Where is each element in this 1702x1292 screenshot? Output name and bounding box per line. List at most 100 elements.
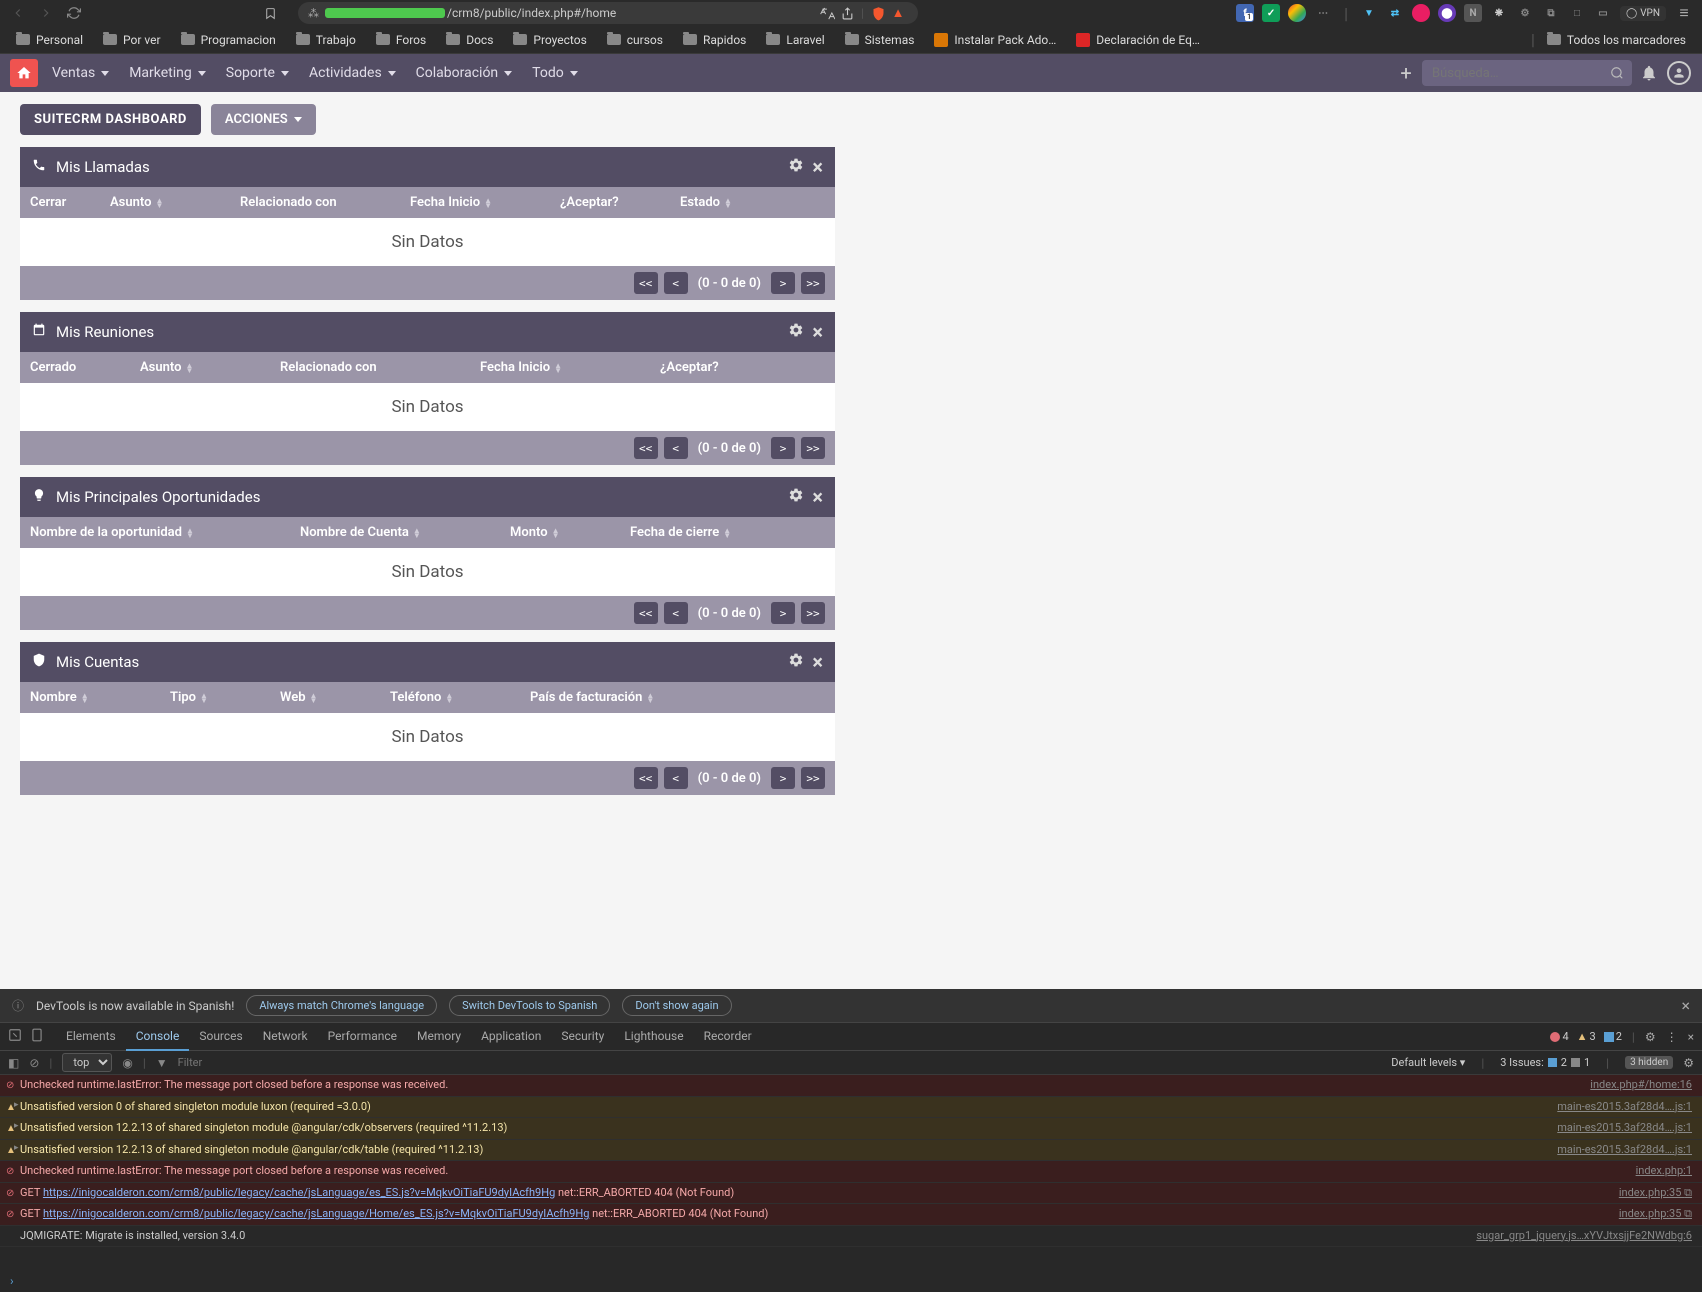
close-icon[interactable]: × — [812, 485, 823, 509]
ext-icon-9[interactable]: N — [1464, 4, 1482, 22]
bookmark-por-ver[interactable]: Por ver — [95, 30, 169, 50]
column-header[interactable]: Teléfono▲▼ — [390, 690, 530, 705]
page-first-button[interactable]: << — [634, 767, 658, 789]
column-header[interactable]: Relacionado con — [240, 195, 410, 210]
column-header[interactable]: Tipo▲▼ — [170, 690, 280, 705]
vpn-badge[interactable]: ◯ VPN — [1620, 6, 1666, 21]
gear-icon[interactable] — [788, 652, 804, 672]
page-first-button[interactable]: << — [634, 602, 658, 624]
column-header[interactable]: Fecha Inicio▲▼ — [480, 360, 660, 375]
bookmark-programacion[interactable]: Programacion — [173, 30, 284, 50]
log-source-link[interactable]: index.php#/home:16 — [1590, 1077, 1692, 1094]
all-bookmarks-button[interactable]: Todos los marcadores — [1539, 30, 1694, 50]
ext-icon-3[interactable] — [1288, 4, 1306, 22]
devtools-tab-console[interactable]: Console — [126, 1023, 190, 1051]
devtools-tab-lighthouse[interactable]: Lighthouse — [614, 1023, 693, 1051]
close-icon[interactable]: × — [812, 155, 823, 179]
nav-ventas[interactable]: Ventas — [42, 54, 119, 92]
ext-icon-7[interactable] — [1412, 4, 1430, 22]
gear-icon[interactable] — [788, 487, 804, 507]
page-last-button[interactable]: >> — [801, 767, 825, 789]
bookmark-proyectos[interactable]: Proyectos — [505, 30, 594, 50]
ext-icon-8[interactable]: ⬤ — [1438, 4, 1456, 22]
nav-actividades[interactable]: Actividades — [299, 54, 406, 92]
devtools-tab-recorder[interactable]: Recorder — [694, 1023, 762, 1051]
page-first-button[interactable]: << — [634, 437, 658, 459]
column-header[interactable]: ¿Aceptar? — [560, 195, 680, 210]
translate-icon[interactable] — [817, 3, 837, 23]
sort-icon[interactable]: ▲▼ — [724, 198, 732, 208]
column-header[interactable]: Nombre▲▼ — [30, 690, 170, 705]
ext-icon-11[interactable]: ⚙ — [1516, 4, 1534, 22]
reload-button[interactable] — [64, 3, 84, 23]
column-header[interactable]: Asunto▲▼ — [110, 195, 240, 210]
home-button[interactable] — [10, 59, 38, 87]
nav-marketing[interactable]: Marketing — [119, 54, 216, 92]
page-prev-button[interactable]: < — [664, 767, 688, 789]
issues-summary[interactable]: 3 Issues: 2 1 — [1500, 1056, 1590, 1069]
forward-button[interactable] — [36, 3, 56, 23]
log-source-link[interactable]: main-es2015.3af28d4….js:1 — [1557, 1099, 1692, 1116]
console-settings-icon[interactable]: ⚙ — [1683, 1056, 1694, 1070]
console-filter-input[interactable] — [178, 1056, 278, 1069]
console-clear-icon[interactable]: ⊘ — [29, 1056, 39, 1070]
close-icon[interactable]: × — [812, 320, 823, 344]
bookmark-icon[interactable] — [260, 3, 280, 23]
sort-icon[interactable]: ▲▼ — [81, 693, 89, 703]
pill-switch-spanish[interactable]: Switch DevTools to Spanish — [449, 995, 610, 1016]
log-link[interactable]: https://inigocalderon.com/crm8/public/le… — [43, 1207, 589, 1220]
browser-menu-icon[interactable]: ≡ — [1674, 3, 1694, 23]
url-bar[interactable]: ⁂ /crm8/public/index.php#/home | ▲ — [298, 2, 918, 24]
close-icon[interactable]: × — [812, 650, 823, 674]
devtools-settings-icon[interactable]: ⚙ — [1645, 1030, 1656, 1044]
bookmark-instalar-pack-ado-[interactable]: Instalar Pack Ado… — [926, 30, 1064, 50]
devtools-tab-sources[interactable]: Sources — [189, 1023, 252, 1051]
sort-icon[interactable]: ▲▼ — [554, 363, 562, 373]
info-count-badge[interactable]: 2 — [1604, 1030, 1622, 1043]
sort-icon[interactable]: ▲▼ — [723, 528, 731, 538]
brave-shield-icon[interactable] — [868, 3, 888, 23]
ext-icon-2[interactable]: ✓ — [1262, 4, 1280, 22]
page-last-button[interactable]: >> — [801, 437, 825, 459]
sort-icon[interactable]: ▲▼ — [445, 693, 453, 703]
devtools-tab-elements[interactable]: Elements — [56, 1023, 126, 1051]
column-header[interactable]: Fecha de cierre▲▼ — [630, 525, 780, 540]
actions-button[interactable]: ACCIONES — [211, 104, 316, 135]
page-last-button[interactable]: >> — [801, 602, 825, 624]
sort-icon[interactable]: ▲▼ — [155, 198, 163, 208]
bookmark-docs[interactable]: Docs — [438, 30, 501, 50]
share-icon[interactable] — [837, 3, 857, 23]
ext-icon-5[interactable]: ▼ — [1360, 4, 1378, 22]
ext-icon-14[interactable]: ▭ — [1594, 4, 1612, 22]
bookmark-rapidos[interactable]: Rapidos — [675, 30, 754, 50]
search-input[interactable] — [1422, 60, 1632, 86]
page-next-button[interactable]: > — [771, 602, 795, 624]
column-header[interactable]: País de facturación▲▼ — [530, 690, 710, 705]
devtools-tab-network[interactable]: Network — [253, 1023, 318, 1051]
column-header[interactable]: Monto▲▼ — [510, 525, 630, 540]
sort-icon[interactable]: ▲▼ — [186, 528, 194, 538]
search-icon[interactable] — [1610, 65, 1624, 84]
inspect-icon[interactable] — [8, 1028, 22, 1045]
column-header[interactable]: Web▲▼ — [280, 690, 390, 705]
sort-icon[interactable]: ▲▼ — [552, 528, 560, 538]
ext-icon-1[interactable]: f1 — [1236, 4, 1254, 22]
bookmark-sistemas[interactable]: Sistemas — [837, 30, 923, 50]
log-source-link[interactable]: index.php:1 — [1636, 1163, 1692, 1180]
pill-dont-show[interactable]: Don't show again — [622, 995, 731, 1016]
notifications-button[interactable] — [1636, 60, 1662, 86]
bookmark-laravel[interactable]: Laravel — [758, 30, 832, 50]
page-last-button[interactable]: >> — [801, 272, 825, 294]
eye-icon[interactable]: ◉ — [122, 1056, 132, 1070]
devtools-tab-application[interactable]: Application — [471, 1023, 551, 1051]
hidden-count[interactable]: 3 hidden — [1625, 1056, 1673, 1069]
nav-colaboración[interactable]: Colaboración — [406, 54, 523, 92]
gear-icon[interactable] — [788, 322, 804, 342]
devtools-tab-memory[interactable]: Memory — [407, 1023, 471, 1051]
page-prev-button[interactable]: < — [664, 272, 688, 294]
sort-icon[interactable]: ▲▼ — [484, 198, 492, 208]
column-header[interactable]: Nombre de Cuenta▲▼ — [300, 525, 510, 540]
column-header[interactable]: Cerrado — [30, 360, 140, 375]
devtools-tab-performance[interactable]: Performance — [318, 1023, 407, 1051]
ext-icon-4[interactable]: ⋯ — [1314, 4, 1332, 22]
